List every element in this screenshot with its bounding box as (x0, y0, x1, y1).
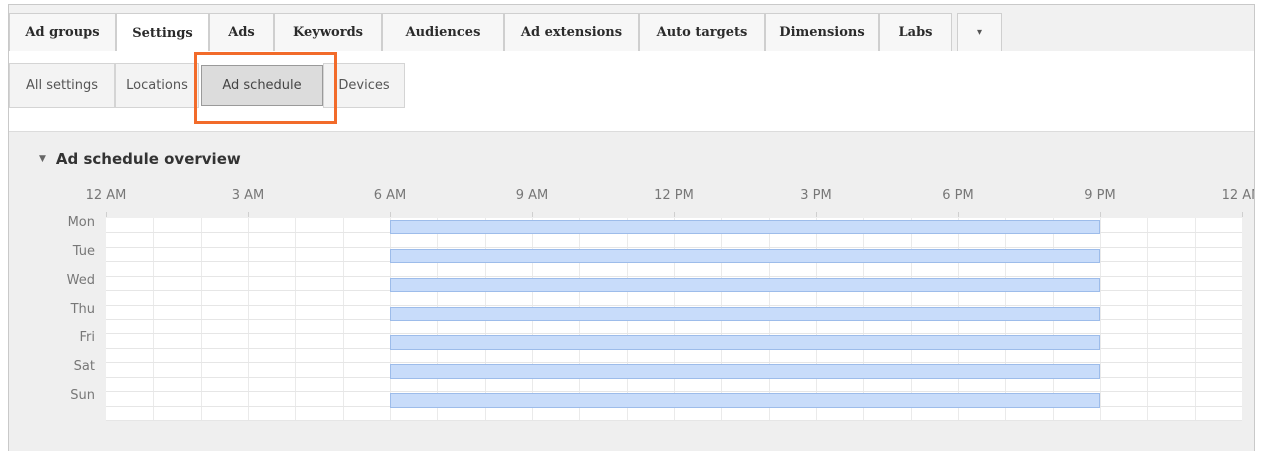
tab-ad-extensions[interactable]: Ad extensions (504, 13, 639, 51)
tab-settings[interactable]: Settings (116, 13, 209, 52)
row-gridline (106, 391, 1242, 393)
subtab-ad-schedule[interactable]: Ad schedule (201, 65, 323, 106)
day-label: Wed (66, 272, 95, 288)
hour-tick (1242, 212, 1243, 217)
subtab-devices[interactable]: Devices (323, 63, 405, 108)
settings-subtab-bar: All settings Locations Ad schedule Devic… (9, 51, 1254, 131)
hour-tick (532, 212, 533, 217)
hour-tick (958, 212, 959, 217)
hour-tick (390, 212, 391, 217)
row-gridline (106, 420, 1242, 421)
day-label: Sat (73, 359, 95, 375)
schedule-bar-tue[interactable] (390, 248, 1100, 264)
overview-toggle[interactable]: ▼ Ad schedule overview (39, 150, 241, 168)
hour-label: 12 AM (1221, 188, 1254, 203)
hour-label: 12 PM (654, 188, 694, 203)
schedule-grid (106, 212, 1243, 421)
day-label: Sun (70, 388, 95, 404)
day-label: Fri (79, 330, 96, 346)
row-gridline (106, 333, 1242, 335)
schedule-bar-sun[interactable] (390, 393, 1100, 408)
schedule-bar-mon[interactable] (390, 220, 1100, 235)
schedule-bar-sat[interactable] (390, 364, 1100, 379)
tab-auto-targets[interactable]: Auto targets (639, 13, 765, 51)
day-label: Mon (67, 215, 95, 230)
more-tabs-button[interactable]: ▾ (957, 13, 1002, 51)
hour-tick (106, 212, 107, 217)
main-tab-bar: Ad groups Settings Ads Keywords Audience… (9, 5, 1254, 52)
day-label: Thu (70, 301, 95, 317)
tab-audiences[interactable]: Audiences (382, 13, 504, 51)
hour-label: 6 AM (373, 188, 407, 203)
row-gridline (106, 275, 1242, 277)
chevron-down-icon: ▾ (976, 27, 983, 38)
tab-ad-groups[interactable]: Ad groups (9, 13, 116, 51)
hour-label: 3 PM (800, 188, 832, 203)
tab-labs[interactable]: Labs (879, 13, 952, 51)
hour-label: 9 AM (515, 188, 549, 203)
collapse-caret-icon: ▼ (39, 154, 46, 164)
hour-label: 3 AM (231, 188, 265, 203)
schedule-bar-wed[interactable] (390, 277, 1100, 293)
hour-label: 12 AM (85, 188, 127, 203)
hour-label: 9 PM (1084, 188, 1116, 203)
schedule-bar-thu[interactable] (390, 306, 1100, 321)
row-gridline (106, 246, 1242, 248)
tab-dimensions[interactable]: Dimensions (765, 13, 879, 51)
schedule-bar-fri[interactable] (390, 335, 1100, 350)
hour-tick (1100, 212, 1101, 217)
row-gridline (106, 362, 1242, 364)
campaign-window: Ad groups Settings Ads Keywords Audience… (8, 4, 1255, 451)
hour-tick (248, 212, 249, 217)
hour-tick (816, 212, 817, 217)
tab-ads[interactable]: Ads (209, 13, 274, 51)
overview-title: Ad schedule overview (55, 150, 241, 168)
subtab-locations[interactable]: Locations (115, 63, 199, 108)
hour-label: 6 PM (942, 188, 974, 203)
hour-tick (674, 212, 675, 217)
day-label: Tue (72, 243, 95, 259)
tab-keywords[interactable]: Keywords (274, 13, 382, 51)
row-gridline (106, 304, 1242, 306)
ad-schedule-overview-panel: ▼ Ad schedule overview 12 AM 3 AM 6 AM 9 AM… (9, 131, 1254, 451)
subtab-all-settings[interactable]: All settings (9, 63, 115, 108)
